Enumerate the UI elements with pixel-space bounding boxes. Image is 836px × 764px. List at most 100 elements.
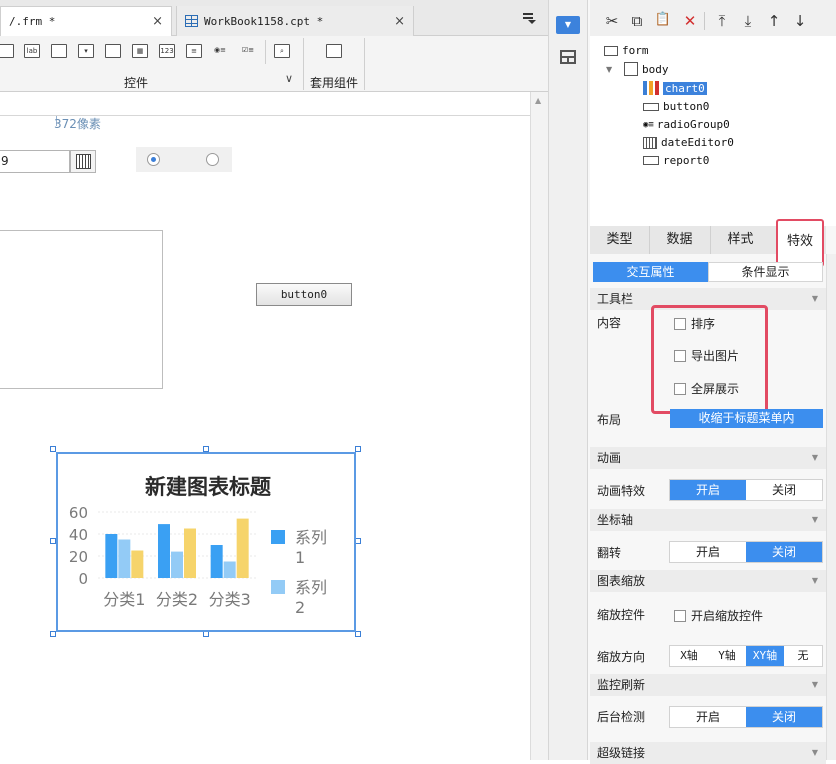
tab-list-icon[interactable] (523, 13, 536, 24)
move-top-icon[interactable]: ⤒ (711, 12, 733, 30)
tab-type[interactable]: 类型 (592, 226, 647, 254)
toolbar-divider (364, 38, 365, 90)
tree-item-chart0[interactable]: chart0 (643, 81, 707, 95)
button-icon[interactable] (51, 44, 67, 58)
tree-item-dateeditor0[interactable]: dateEditor0 (643, 136, 734, 149)
design-canvas[interactable] (0, 92, 548, 760)
calendar-icon[interactable] (70, 150, 96, 173)
zoom-control-checkbox[interactable]: 开启缩放控件 (674, 607, 763, 624)
y-tick-label: 20 (69, 548, 88, 566)
toggle-off[interactable]: 关闭 (746, 542, 822, 562)
delete-icon[interactable]: ✕ (679, 12, 701, 30)
move-bottom-icon[interactable]: ↓ (789, 12, 811, 30)
layout-label: 布局 (597, 413, 622, 427)
close-icon[interactable]: × (152, 14, 163, 29)
section-animation[interactable]: 动画 ▼ (590, 447, 826, 469)
expand-icon[interactable]: ▼ (606, 65, 612, 74)
layout-select[interactable]: 收缩于标题菜单内 (670, 409, 823, 428)
animation-toggle[interactable]: 开启 关闭 (669, 479, 823, 501)
report-icon (643, 156, 659, 165)
combo-icon[interactable]: ▾ (78, 44, 94, 58)
animation-effect-label: 动画特效 (597, 484, 646, 498)
zoom-xy[interactable]: XY轴 (746, 646, 784, 666)
search-icon[interactable]: ⌕ (274, 44, 290, 58)
x-tick-label: 分类1 (103, 590, 145, 609)
tab-frm[interactable]: /.frm * × (0, 6, 172, 36)
toggle-off[interactable]: 关闭 (746, 480, 822, 500)
bar (158, 524, 170, 578)
report-widget[interactable] (0, 230, 163, 389)
body-icon (624, 62, 638, 76)
tree-item-radiogroup0[interactable]: ◉≡ radioGroup0 (643, 118, 730, 131)
background-check-toggle[interactable]: 开启 关闭 (669, 706, 823, 728)
legend-swatch (271, 530, 285, 544)
zoom-y[interactable]: Y轴 (708, 646, 746, 666)
canvas-button0[interactable]: button0 (256, 283, 352, 306)
radio-group[interactable] (136, 147, 232, 172)
toggle-off[interactable]: 关闭 (746, 707, 822, 727)
radio-button-selected[interactable] (147, 153, 160, 166)
zoom-none[interactable]: 无 (784, 646, 822, 666)
label-icon[interactable]: lab (24, 44, 40, 58)
text-field-icon[interactable] (0, 44, 14, 58)
checkbox-icon[interactable] (674, 609, 686, 622)
section-zoom[interactable]: 图表缩放 ▼ (590, 570, 826, 592)
layout-panel-icon[interactable] (560, 50, 576, 64)
tree-item-button0[interactable]: button0 (643, 100, 709, 113)
paste-icon[interactable]: 📋 (652, 12, 674, 27)
section-axis[interactable]: 坐标轴 ▼ (590, 509, 826, 531)
tab-interaction[interactable]: 交互属性 (593, 262, 708, 282)
collapse-icon[interactable]: ▼ (812, 742, 818, 764)
component-icon[interactable] (326, 44, 342, 58)
x-tick-label: 分类3 (209, 590, 251, 609)
zoom-direction-select[interactable]: X轴 Y轴 XY轴 无 (669, 645, 823, 667)
flip-toggle[interactable]: 开启 关闭 (669, 541, 823, 563)
zoom-x[interactable]: X轴 (670, 646, 708, 666)
copy-icon[interactable]: ⧉ (626, 12, 648, 30)
collapse-icon[interactable]: ▼ (812, 509, 818, 531)
date-icon[interactable]: ▦ (132, 44, 148, 58)
move-down-icon[interactable]: ⤓ (737, 12, 759, 30)
close-icon[interactable]: × (394, 14, 405, 29)
frame-icon[interactable] (105, 44, 121, 58)
legend-label: 系列 (295, 528, 327, 547)
bar (210, 545, 223, 578)
radio-icon[interactable]: ◉≡ (212, 44, 228, 58)
toggle-on[interactable]: 开启 (670, 542, 746, 562)
tab-label: /.frm * (9, 15, 56, 28)
tab-style[interactable]: 样式 (710, 226, 770, 254)
tab-effects[interactable]: 特效 (776, 219, 824, 267)
toggle-on[interactable]: 开启 (670, 480, 746, 500)
tab-workbook[interactable]: WorkBook1158.cpt * × (176, 6, 414, 36)
form-icon (604, 45, 618, 56)
vertical-scrollbar[interactable] (530, 92, 548, 760)
x-tick-label: 分类2 (156, 590, 198, 609)
move-up-icon[interactable]: ↑ (763, 12, 785, 30)
number-icon[interactable]: 123 (159, 44, 175, 58)
collapse-icon[interactable]: ▼ (812, 288, 818, 310)
collapse-icon[interactable]: ▼ (812, 570, 818, 592)
scroll-up-icon[interactable]: ▲ (535, 96, 541, 105)
tab-data[interactable]: 数据 (649, 226, 709, 254)
checkbox-icon[interactable]: ☑≡ (240, 44, 256, 58)
cut-icon[interactable]: ✂ (601, 12, 623, 30)
widget-tree-toggle-icon[interactable]: ▼ (556, 16, 580, 34)
y-tick-label: 0 (78, 570, 88, 588)
collapse-icon[interactable]: ▼ (812, 447, 818, 469)
date-editor-field[interactable]: 9 (0, 150, 70, 173)
radio-button[interactable] (206, 153, 219, 166)
chart-widget[interactable]: 新建图表标题 0 20 40 60 分类1 分类2 分类3 系列 1 系列 2 (56, 452, 356, 632)
panel-scrollbar[interactable] (826, 254, 836, 760)
tree-item-body[interactable]: body (624, 62, 669, 76)
list-icon[interactable]: ≡ (186, 44, 202, 58)
section-monitor-refresh[interactable]: 监控刷新 ▼ (590, 674, 826, 696)
toggle-on[interactable]: 开启 (670, 707, 746, 727)
tree-item-form[interactable]: form (604, 44, 649, 57)
collapse-icon[interactable]: ▼ (812, 674, 818, 696)
tree-item-report0[interactable]: report0 (643, 154, 709, 167)
tab-condition-display[interactable]: 条件显示 (708, 262, 823, 282)
legend-swatch (271, 580, 285, 594)
side-strip (548, 0, 588, 760)
section-hyperlink[interactable]: 超级链接 ▼ (590, 742, 826, 764)
chevron-down-icon[interactable]: ∨ (285, 72, 293, 85)
